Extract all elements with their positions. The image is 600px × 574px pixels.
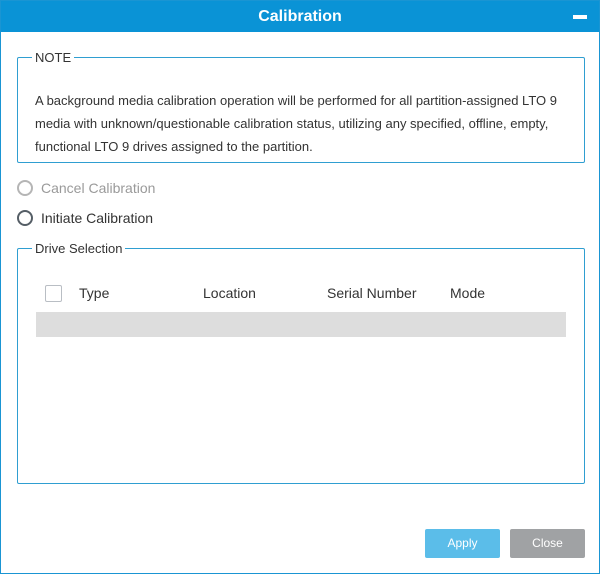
note-legend: NOTE <box>35 50 72 65</box>
cancel-calibration-radio[interactable] <box>17 180 33 196</box>
dialog-titlebar[interactable]: Calibration <box>1 1 599 32</box>
initiate-calibration-radio[interactable] <box>17 210 33 226</box>
select-all-checkbox[interactable] <box>45 285 62 302</box>
minimize-bar <box>573 15 587 19</box>
initiate-calibration-label: Initiate Calibration <box>41 210 154 226</box>
dialog-title: Calibration <box>258 8 342 25</box>
drive-table-empty-row <box>36 312 566 337</box>
initiate-calibration-option[interactable]: Initiate Calibration <box>17 208 153 228</box>
cancel-calibration-label: Cancel Calibration <box>41 180 156 196</box>
column-header-location[interactable]: Location <box>203 285 256 301</box>
drive-selection-legend: Drive Selection <box>35 241 123 256</box>
column-header-serial-number[interactable]: Serial Number <box>327 285 416 301</box>
column-header-type[interactable]: Type <box>79 285 109 301</box>
note-panel: NOTE A background media calibration oper… <box>17 50 585 163</box>
apply-button[interactable]: Apply <box>425 529 500 558</box>
cancel-calibration-option[interactable]: Cancel Calibration <box>17 178 155 198</box>
calibration-dialog: Calibration NOTE A background media cali… <box>0 0 600 574</box>
drive-table-header: Type Location Serial Number Mode <box>36 283 566 305</box>
minus-icon[interactable] <box>573 12 587 21</box>
column-header-mode[interactable]: Mode <box>450 285 485 301</box>
close-button[interactable]: Close <box>510 529 585 558</box>
note-text: A background media calibration operation… <box>35 93 557 154</box>
drive-selection-panel: Drive Selection Type Location Serial Num… <box>17 241 585 484</box>
